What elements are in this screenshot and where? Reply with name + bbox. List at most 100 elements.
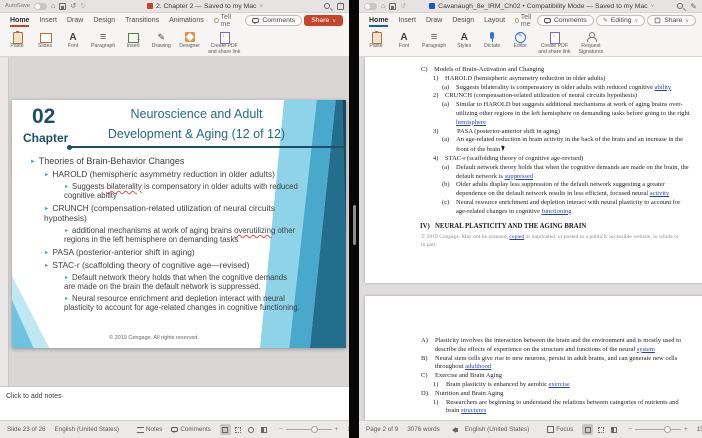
paragraph-ribbon-button[interactable]: Paragraph (419, 30, 449, 51)
bullet-arrow-icon: ► (44, 263, 50, 269)
bullet-arrow-icon: ► (64, 184, 70, 190)
page-3-text: A) Plasticity involves the interaction be… (359, 337, 702, 416)
doc-line: C) Models of Brain-Activation and Changin… (421, 66, 545, 73)
zoom-slider[interactable]: − + (628, 426, 688, 433)
editing-mode-button[interactable]: ✎ Editing ∨ (595, 15, 646, 26)
paragraph-ribbon-button[interactable]: Paragraph (88, 30, 118, 51)
slide-sorter-view-button[interactable] (233, 424, 244, 435)
drawing-ribbon-button[interactable]: Drawing (148, 30, 174, 51)
share-button[interactable]: Share ∨ (304, 15, 343, 26)
document-area[interactable]: C) Models of Brain-Activation and Changin… (359, 57, 702, 420)
divider-handle[interactable] (352, 205, 356, 245)
language-status[interactable]: English (United States) (465, 426, 529, 433)
language-status[interactable]: English (United States) (55, 426, 119, 433)
editor-ribbon-button[interactable]: Editor (507, 30, 533, 51)
tab-animations[interactable]: Animations (165, 15, 208, 27)
tab-transitions[interactable]: Transitions (121, 15, 163, 27)
autosave-toggle[interactable] (364, 2, 377, 10)
slideshow-view-button[interactable] (259, 424, 270, 435)
paste-ribbon-button[interactable]: Paste (4, 30, 30, 51)
zoom-knob[interactable] (310, 426, 318, 433)
zoom-out-icon[interactable]: − (628, 426, 632, 433)
insert-ribbon-button[interactable]: Insert (120, 30, 146, 51)
focus-toggle[interactable]: Focus (547, 426, 573, 433)
paste-ribbon-button[interactable]: Paste (363, 30, 389, 51)
slides-ribbon-button[interactable]: Slides (32, 30, 58, 51)
save-icon[interactable] (389, 2, 397, 10)
doc-line: 4) STAC-r (scaffolding theory of cognitiv… (433, 154, 584, 162)
print-layout-view-button[interactable] (582, 424, 594, 435)
notes-icon (136, 426, 144, 433)
signature-ribbon-button[interactable]: Request Signatures (576, 30, 607, 57)
home-icon[interactable]: ⌂ (51, 3, 55, 10)
zoom-in-icon[interactable]: + (335, 426, 339, 433)
doc-line: (a) Suggests bilaterality is compensatory… (442, 83, 672, 91)
tab-home[interactable]: Home (6, 15, 33, 27)
dictate-ribbon-button[interactable]: Dictate (479, 30, 505, 51)
zoom-knob[interactable] (663, 426, 671, 433)
signature-icon (585, 31, 597, 43)
normal-view-button[interactable] (219, 424, 231, 435)
title-chevron-icon[interactable]: ∨ (651, 3, 655, 9)
tab-layout[interactable]: Layout (480, 15, 509, 27)
comments-button[interactable]: Comments (245, 15, 303, 26)
ribbon-label: Create PDF and share link (538, 43, 571, 55)
slide-copyright: © 2019 Cengage. All rights reserved. (109, 335, 199, 341)
word-tabbar: Home Insert Draw Design Layout Tell me Comme… (359, 13, 702, 28)
insert-icon (127, 31, 140, 44)
tab-design[interactable]: Design (89, 15, 119, 27)
pdf-ribbon-button[interactable]: Create PDF and share link (205, 30, 243, 57)
comments-toggle[interactable]: Comments (171, 426, 211, 433)
word-window: ⌂ ↺ Cavanaugh_8e_IRM_Ch02 • Compatibilit… (359, 0, 702, 438)
search-icon[interactable] (324, 3, 330, 9)
tab-insert[interactable]: Insert (35, 15, 61, 27)
bullet-arrow-icon: ► (30, 159, 36, 165)
view-switcher (219, 424, 270, 435)
pdf-ribbon-button[interactable]: Create PDF and share link (535, 30, 573, 57)
share-button[interactable]: Share ∨ (647, 15, 696, 26)
doc-line: (a) Default network theory holds that whe… (442, 163, 689, 171)
slide-canvas[interactable]: 02 Chapter Neuroscience and Adult Develop… (12, 100, 346, 348)
pencil-icon[interactable]: ✎ (690, 2, 697, 11)
font-ribbon-button[interactable]: Font (391, 30, 417, 51)
tell-me[interactable]: Tell me (511, 14, 533, 28)
home-icon[interactable]: ⌂ (381, 3, 385, 10)
search-icon[interactable] (677, 3, 684, 9)
web-layout-view-button[interactable] (595, 424, 606, 435)
zoom-out-icon[interactable]: − (279, 426, 283, 433)
font-ribbon-button[interactable]: Font (60, 30, 86, 51)
page-counter[interactable]: Page 2 of 9 (366, 426, 398, 433)
tab-draw[interactable]: Draw (63, 15, 87, 27)
undo-icon[interactable]: ↺ (70, 3, 76, 10)
ribbon-label: Paste (10, 43, 24, 49)
tab-design[interactable]: Design (448, 15, 478, 27)
tab-home[interactable]: Home (365, 15, 392, 27)
doc-line: 2) CRUNCH (compensation-related utilizati… (433, 92, 638, 100)
reading-view-button[interactable] (246, 424, 257, 435)
tab-insert[interactable]: Insert (394, 15, 420, 27)
doc-line: utilizing other regions in the left hemi… (456, 109, 690, 117)
titlebar-share-icon[interactable] (337, 1, 344, 10)
outline-view-button[interactable] (608, 424, 619, 435)
tell-me[interactable]: Tell me (210, 14, 242, 28)
styles-ribbon-button[interactable]: Styles (451, 30, 477, 51)
notes-toggle[interactable]: Notes (136, 426, 162, 433)
zoom-slider[interactable]: − + (279, 426, 338, 433)
ribbon-label: Insert (126, 43, 140, 49)
window-divider[interactable] (349, 0, 359, 438)
zoom-in-icon[interactable]: + (684, 426, 688, 433)
focus-icon (547, 426, 555, 433)
save-icon[interactable] (59, 2, 67, 10)
word-count[interactable]: 3076 words (407, 426, 440, 433)
autosave-toggle[interactable] (34, 2, 48, 10)
notes-pane[interactable]: Click to add notes (0, 386, 349, 420)
comments-button[interactable]: Comments (536, 15, 594, 26)
slide-thumbnail-pane[interactable] (0, 57, 9, 386)
designer-ribbon-button[interactable]: Designer (176, 30, 203, 51)
title-chevron-icon[interactable]: ∨ (259, 3, 263, 9)
doc-line: front of the brain (456, 144, 702, 155)
bullet-arrow-icon: ► (44, 250, 50, 256)
zoom-level[interactable]: 150% (697, 426, 702, 433)
read-aloud-icon[interactable] (449, 426, 458, 433)
tab-draw[interactable]: Draw (422, 15, 446, 27)
